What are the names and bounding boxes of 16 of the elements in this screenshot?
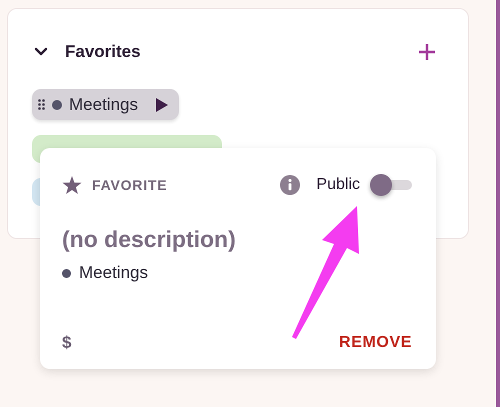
chip-label: Meetings (69, 94, 138, 114)
info-icon[interactable] (280, 175, 300, 195)
section-title: Favorites (65, 42, 142, 62)
drag-handle-icon[interactable] (38, 99, 45, 110)
public-toggle[interactable] (370, 174, 412, 196)
add-icon[interactable] (418, 43, 436, 61)
public-label: Public (316, 176, 360, 194)
star-icon (62, 176, 82, 194)
favorite-chip[interactable]: Meetings (32, 89, 179, 120)
play-icon[interactable] (154, 96, 169, 112)
description: (no description) (62, 226, 237, 253)
tag-label: Meetings (79, 263, 148, 283)
chevron-icon[interactable] (34, 47, 48, 57)
type-label: FAVORITE (92, 177, 168, 193)
currency-symbol: $ (62, 333, 72, 353)
remove-button[interactable]: REMOVE (339, 334, 412, 352)
